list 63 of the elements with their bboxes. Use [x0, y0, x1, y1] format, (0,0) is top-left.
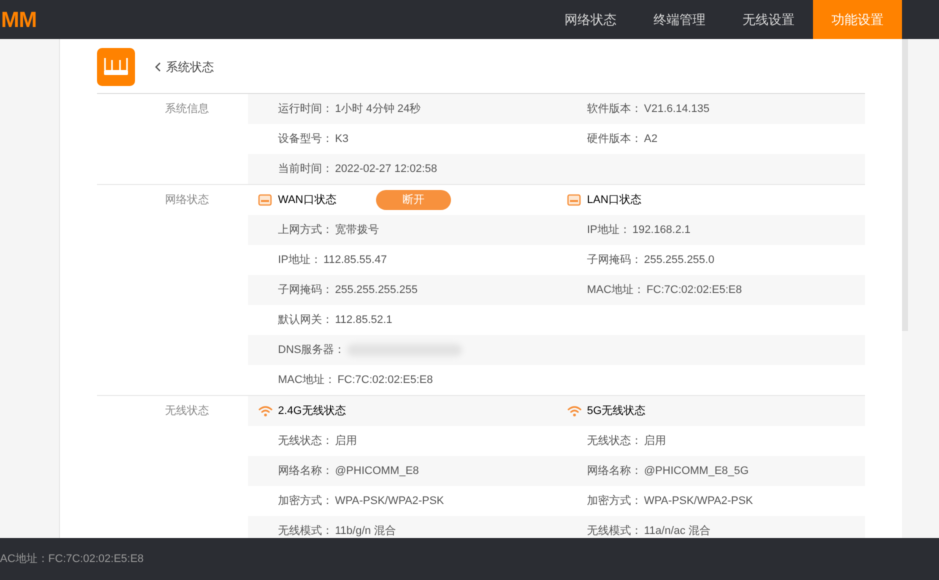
port-icon — [567, 194, 581, 206]
field-label: 运行时间： — [278, 102, 333, 117]
field-value: 255.255.255.255 — [335, 282, 418, 298]
field-label: 无线状态： — [278, 434, 333, 449]
field-label: 加密方式： — [278, 494, 333, 509]
field-label: 无线模式： — [587, 524, 642, 538]
field-value: 启用 — [335, 434, 357, 449]
field-value: 112.85.52.1 — [335, 312, 392, 328]
status-heading: 2.4G无线状态 — [278, 404, 347, 419]
footer-text: AC地址：FC:7C:02:02:E5:E8 — [0, 552, 144, 567]
field-value: WPA-PSK/WPA2-PSK — [335, 494, 444, 509]
field-label: IP地址： — [587, 222, 630, 238]
nav-tab[interactable]: 无线设置 — [724, 0, 813, 39]
field-label: 当前时间： — [278, 162, 333, 177]
field-value: 1小时 4分钟 24秒 — [335, 102, 421, 117]
page-title: 系统状态 — [166, 59, 214, 76]
wifi-icon — [567, 405, 582, 417]
field-label: MAC地址： — [278, 372, 336, 388]
field-value: 11b/g/n 混合 — [335, 524, 396, 538]
section-label: 系统信息 — [165, 103, 209, 115]
field-value: 宽带拨号 — [335, 222, 379, 238]
field-label: 硬件版本： — [587, 132, 642, 147]
field-label: IP地址： — [278, 252, 322, 268]
field-value: A2 — [644, 132, 658, 147]
status-heading: LAN口状态 — [587, 192, 642, 208]
field-value: 255.255.255.0 — [644, 252, 714, 268]
field-value: 192.168.2.1 — [632, 222, 691, 238]
nav-tab[interactable]: 终端管理 — [635, 0, 724, 39]
nav-tab[interactable]: 网络状态 — [546, 0, 635, 39]
field-value: 11a/n/ac 混合 — [644, 524, 710, 538]
logo: MM — [1, 6, 37, 34]
section-label: 网络状态 — [165, 194, 209, 206]
field-value: 2022-02-27 12:02:58 — [335, 162, 438, 177]
field-value: K3 — [335, 132, 348, 147]
field-label: 子网掩码： — [278, 282, 333, 298]
field-value: V21.6.14.135 — [644, 102, 710, 117]
field-label: 默认网关： — [278, 312, 333, 328]
field-value: WPA-PSK/WPA2-PSK — [644, 494, 754, 509]
scrollbar-thumb[interactable] — [902, 39, 908, 331]
status-heading: WAN口状态 — [278, 192, 338, 208]
status-heading: 5G无线状态 — [587, 404, 647, 419]
field-label: 设备型号： — [278, 132, 333, 147]
field-value: @PHICOMM_E8_5G — [644, 464, 749, 479]
field-label: 无线状态： — [587, 434, 642, 449]
field-label: 无线模式： — [278, 524, 333, 538]
field-label: 子网掩码： — [587, 252, 642, 268]
field-label: 上网方式： — [278, 222, 333, 238]
field-value: FC:7C:02:02:E5:E8 — [646, 282, 742, 298]
field-label: MAC地址： — [587, 282, 644, 298]
field-value: FC:7C:02:02:E5:E8 — [337, 372, 433, 388]
field-value: @PHICOMM_E8 — [335, 464, 419, 479]
field-label: 软件版本： — [587, 102, 642, 117]
router-icon — [97, 48, 135, 86]
field-value: 启用 — [644, 434, 666, 449]
field-label: 网络名称： — [278, 464, 333, 479]
field-label: DNS服务器： — [278, 342, 346, 358]
field-value: 112.85.55.47 — [323, 252, 387, 268]
wifi-icon — [258, 405, 273, 417]
field-label: 加密方式： — [587, 494, 642, 509]
field-label: 网络名称： — [587, 464, 642, 479]
back-chevron-icon[interactable] — [155, 62, 161, 72]
section-label: 无线状态 — [165, 405, 209, 417]
port-icon — [258, 194, 272, 206]
